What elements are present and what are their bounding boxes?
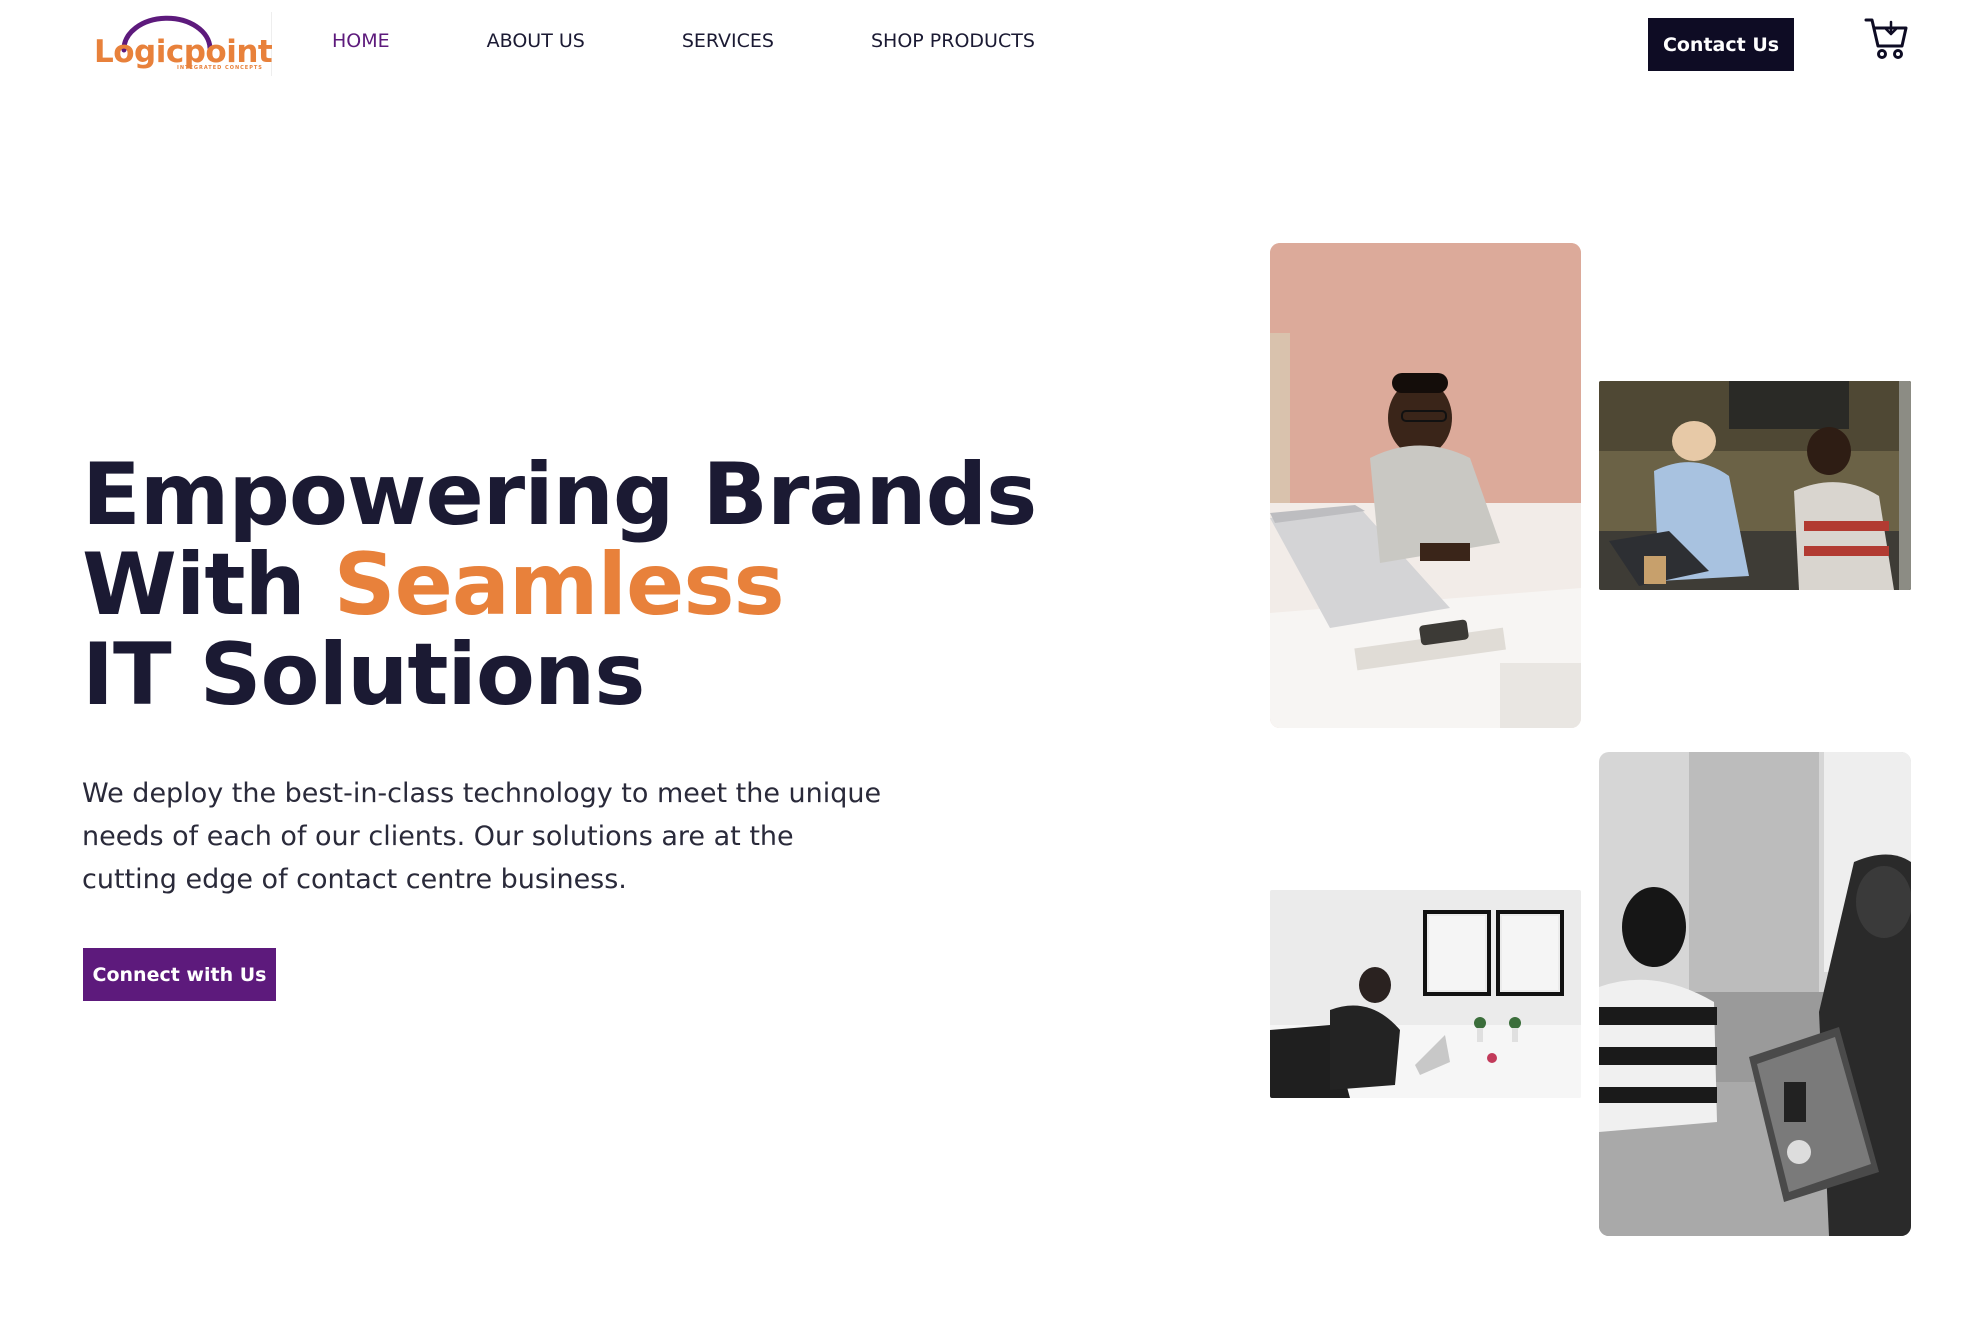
contact-us-button[interactable]: Contact Us [1648,18,1794,71]
hero-description-line: We deploy the best-in-class technology t… [82,778,882,809]
nav-item-about-us[interactable]: ABOUT US [487,30,585,52]
hero-description: We deploy the best-in-class technology t… [82,772,942,901]
site-header: Logicpoint INTEGRATED CONCEPTS HOME ABOU… [0,0,1980,90]
main-nav: HOME ABOUT US SERVICES SHOP PRODUCTS [332,30,1132,52]
hero-title-line-1: Empowering Brands [82,445,1037,545]
logo-tagline: INTEGRATED CONCEPTS [177,65,263,71]
hero-description-line: needs of each of our clients. Our soluti… [82,821,794,852]
hero-description-line: cutting edge of contact centre business. [82,864,627,895]
hero-title-line-2: With Seamless [82,540,1036,630]
hero-title-accent: Seamless [333,535,785,635]
logo[interactable]: Logicpoint INTEGRATED CONCEPTS [92,12,273,76]
man-with-laptop-photo [1270,243,1581,728]
call-center-agents-photo [1599,381,1911,590]
women-with-laptop-photo [1599,752,1911,1236]
hero-title-line-3: IT Solutions [82,625,645,725]
hero-title-prefix: With [82,535,334,635]
cart-icon[interactable] [1864,16,1910,62]
nav-item-shop-products[interactable]: SHOP PRODUCTS [871,30,1035,52]
hero-title: Empowering Brands With Seamless IT Solut… [82,445,1037,725]
man-at-desk-photo [1270,890,1581,1098]
nav-item-home[interactable]: HOME [332,30,390,52]
connect-with-us-button[interactable]: Connect with Us [83,948,276,1001]
nav-item-services[interactable]: SERVICES [682,30,774,52]
